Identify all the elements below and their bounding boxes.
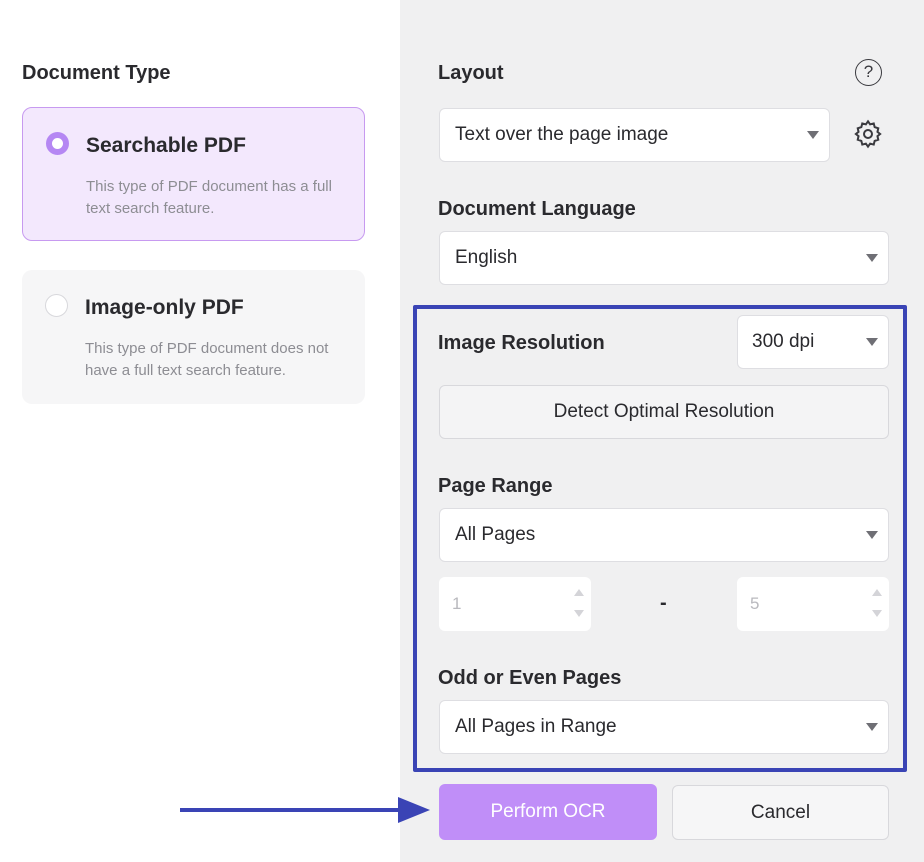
odd-even-value: All Pages in Range bbox=[455, 716, 617, 737]
chevron-down-icon bbox=[807, 131, 819, 139]
chevron-down-icon bbox=[866, 531, 878, 539]
gear-icon[interactable] bbox=[852, 118, 884, 155]
option-title: Image-only PDF bbox=[85, 296, 244, 319]
radio-unselected-icon[interactable] bbox=[45, 294, 68, 317]
option-searchable-pdf[interactable]: Searchable PDF This type of PDF document… bbox=[22, 107, 365, 241]
increment-icon[interactable] bbox=[574, 589, 584, 596]
chevron-down-icon bbox=[866, 338, 878, 346]
option-description: This type of PDF document does not have … bbox=[85, 340, 329, 379]
page-range-value: All Pages bbox=[455, 524, 536, 545]
language-label: Document Language bbox=[438, 198, 636, 220]
document-type-heading: Document Type bbox=[22, 62, 171, 84]
arrow-head-icon bbox=[398, 797, 430, 823]
page-to-value: 5 bbox=[750, 594, 760, 613]
page-range-select[interactable]: All Pages bbox=[439, 508, 889, 562]
detect-resolution-button[interactable]: Detect Optimal Resolution bbox=[439, 385, 889, 439]
resolution-select[interactable]: 300 dpi bbox=[737, 315, 889, 369]
layout-select[interactable]: Text over the page image bbox=[439, 108, 830, 162]
range-separator: - bbox=[660, 592, 667, 614]
decrement-icon[interactable] bbox=[872, 610, 882, 617]
odd-even-label: Odd or Even Pages bbox=[438, 667, 622, 689]
resolution-value: 300 dpi bbox=[752, 331, 815, 352]
resolution-label: Image Resolution bbox=[438, 332, 605, 354]
option-image-only-pdf[interactable]: Image-only PDF This type of PDF document… bbox=[22, 270, 365, 404]
page-from-value: 1 bbox=[452, 594, 462, 613]
help-icon[interactable]: ? bbox=[855, 59, 882, 86]
layout-label: Layout bbox=[438, 62, 504, 84]
language-value: English bbox=[455, 247, 518, 268]
page-to-stepper[interactable]: 5 bbox=[737, 577, 889, 631]
layout-value: Text over the page image bbox=[455, 124, 669, 145]
chevron-down-icon bbox=[866, 723, 878, 731]
radio-selected-icon[interactable] bbox=[46, 132, 69, 155]
chevron-down-icon bbox=[866, 254, 878, 262]
page-range-label: Page Range bbox=[438, 475, 553, 497]
decrement-icon[interactable] bbox=[574, 610, 584, 617]
page-from-stepper[interactable]: 1 bbox=[439, 577, 591, 631]
language-select[interactable]: English bbox=[439, 231, 889, 285]
arrow-pointer bbox=[180, 808, 402, 812]
option-description: This type of PDF document has a full tex… bbox=[86, 178, 332, 217]
cancel-button[interactable]: Cancel bbox=[672, 785, 889, 840]
option-title: Searchable PDF bbox=[86, 134, 246, 157]
odd-even-select[interactable]: All Pages in Range bbox=[439, 700, 889, 754]
perform-ocr-button[interactable]: Perform OCR bbox=[439, 784, 657, 840]
increment-icon[interactable] bbox=[872, 589, 882, 596]
